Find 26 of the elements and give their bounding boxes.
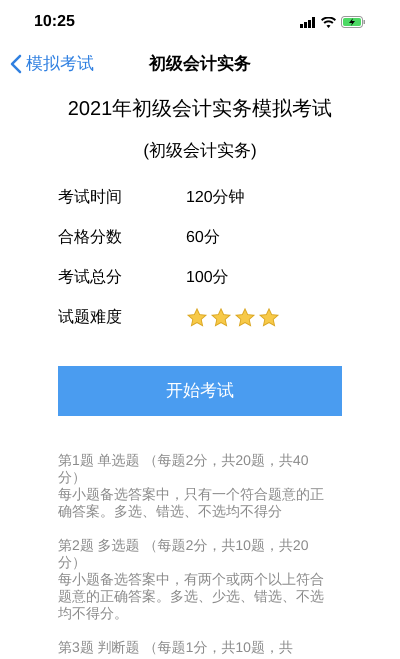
section-heading: 第1题 单选题 （每题2分，共20题，共40分） bbox=[58, 452, 310, 486]
star-icon bbox=[234, 306, 256, 328]
signal-icon bbox=[300, 16, 316, 28]
section-description: 每小题备选答案中，只有一个符合题意的正确答案。多选、错选、不选均不得分 bbox=[58, 486, 325, 520]
info-value: 100分 bbox=[186, 268, 229, 288]
section-description: 每小题备选答案中，有两个或两个以上符合题意的正确答案。多选、少选、错选、不选均不得分。 bbox=[58, 570, 325, 622]
status-time: 10:25 bbox=[34, 12, 75, 32]
start-exam-button[interactable]: 开始考试 bbox=[58, 366, 342, 416]
star-icon bbox=[186, 306, 208, 328]
nav-title: 初级会计实务 bbox=[149, 53, 251, 76]
info-label: 合格分数 bbox=[58, 228, 123, 248]
back-button[interactable]: 模拟考试 bbox=[10, 51, 94, 77]
wifi-icon bbox=[321, 16, 336, 28]
info-value: 120分钟 bbox=[186, 188, 245, 208]
info-label: 考试时间 bbox=[58, 188, 123, 208]
exam-title: 2021年初级会计实务模拟考试 bbox=[68, 97, 332, 122]
info-label: 试题难度 bbox=[58, 308, 123, 328]
battery-charging-icon bbox=[341, 16, 366, 28]
exam-subtitle: (初级会计实务) bbox=[143, 140, 257, 162]
chevron-left-icon bbox=[10, 54, 22, 74]
section-heading: 第2题 多选题 （每题2分，共10题，共20分） bbox=[58, 536, 310, 570]
section-heading: 第3题 判断题 （每题1分，共10题，共 bbox=[58, 638, 294, 656]
star-icon bbox=[258, 306, 280, 328]
info-value: 60分 bbox=[186, 228, 220, 248]
star-icon bbox=[210, 306, 232, 328]
info-label: 考试总分 bbox=[58, 268, 123, 288]
